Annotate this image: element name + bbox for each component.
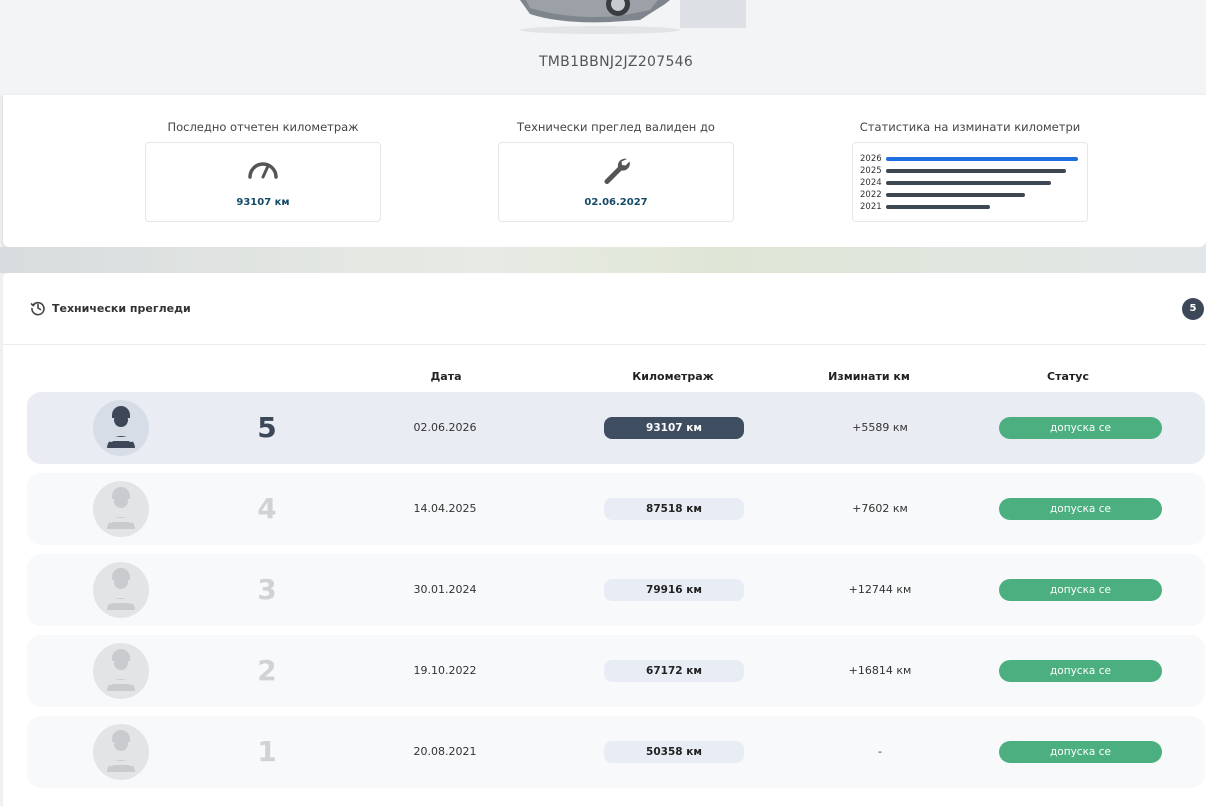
inspection-status-badge: допуска се — [999, 741, 1162, 763]
chart-bar — [886, 205, 990, 209]
chart-bar-row: 2026 — [860, 153, 1082, 165]
mechanic-avatar-icon — [93, 562, 149, 618]
inspection-row[interactable]: 3 30.01.2024 79916 км +12744 км допуска се — [27, 554, 1205, 626]
mileage-stat-title: Последно отчетен километраж — [167, 120, 359, 134]
inspection-mileage-pill: 67172 км — [604, 660, 744, 682]
inspection-mileage-pill: 50358 км — [604, 741, 744, 763]
inspection-status-badge: допуска се — [999, 660, 1162, 682]
car-image — [490, 0, 746, 42]
inspection-row[interactable]: 1 20.08.2021 50358 км - допуска се — [27, 716, 1205, 788]
inspection-mileage-pill: 79916 км — [604, 579, 744, 601]
column-header-diff[interactable]: Изминати км — [789, 370, 949, 383]
chart-bar-label: 2026 — [860, 154, 882, 164]
inspection-stat-title: Технически преглед валиден до — [517, 120, 715, 134]
inspection-stat-value: 02.06.2027 — [584, 197, 648, 208]
chart-stat-title: Статистика на изминати километри — [859, 120, 1081, 134]
background-strip — [0, 247, 1206, 273]
wrench-icon — [604, 158, 630, 184]
chart-bar — [886, 193, 1025, 197]
inspection-status-badge: допуска се — [999, 579, 1162, 601]
inspections-panel-header: Технически прегледи 5 — [3, 273, 1206, 345]
mileage-chart-box: 2026 2025 2024 2022 2021 — [852, 142, 1088, 222]
inspections-count-badge: 5 — [1182, 298, 1204, 320]
inspection-row[interactable]: 2 19.10.2022 67172 км +16814 км допуска се — [27, 635, 1205, 707]
chart-bar-label: 2024 — [860, 178, 882, 188]
chart-bar-row: 2021 — [860, 201, 1082, 213]
inspection-km-diff: +5589 км — [852, 421, 908, 434]
inspections-title: Технически прегледи — [52, 302, 191, 315]
inspection-number: 1 — [257, 735, 277, 768]
stats-card: Последно отчетен километраж 93107 км Тех… — [3, 95, 1206, 247]
column-header-status[interactable]: Статус — [988, 370, 1148, 383]
column-header-date[interactable]: Дата — [366, 370, 526, 383]
mechanic-avatar-icon — [93, 724, 149, 780]
inspection-date: 14.04.2025 — [413, 502, 477, 515]
chart-bar — [886, 169, 1067, 173]
chart-bar-row: 2024 — [860, 177, 1082, 189]
mileage-bar-chart: 2026 2025 2024 2022 2021 — [860, 153, 1082, 213]
inspection-km-diff: +12744 км — [848, 583, 912, 596]
chart-bar — [886, 157, 1078, 161]
chart-bar-label: 2025 — [860, 166, 882, 176]
history-icon — [30, 301, 45, 316]
inspection-row[interactable]: 4 14.04.2025 87518 км +7602 км допуска се — [27, 473, 1205, 545]
mechanic-avatar-icon — [93, 643, 149, 699]
inspection-km-diff: +7602 км — [852, 502, 908, 515]
inspection-date: 30.01.2024 — [413, 583, 477, 596]
mileage-stat-box: 93107 км — [145, 142, 381, 222]
inspection-number: 5 — [257, 411, 277, 444]
inspection-status-badge: допуска се — [999, 417, 1162, 439]
inspection-mileage-pill: 87518 км — [604, 498, 744, 520]
mechanic-avatar-icon — [93, 481, 149, 537]
mileage-stat-value: 93107 км — [236, 197, 290, 208]
inspection-km-diff: - — [878, 745, 882, 758]
inspection-mileage-pill: 93107 км — [604, 417, 744, 439]
speedometer-icon — [248, 162, 278, 179]
inspection-row[interactable]: 5 02.06.2026 93107 км +5589 км допуска се — [27, 392, 1205, 464]
inspection-date: 19.10.2022 — [413, 664, 477, 677]
chart-bar-row: 2022 — [860, 189, 1082, 201]
mechanic-avatar-icon — [93, 400, 149, 456]
chart-bar-label: 2021 — [860, 202, 882, 212]
inspection-km-diff: +16814 км — [848, 664, 912, 677]
inspection-stat-box: 02.06.2027 — [498, 142, 734, 222]
chart-bar-row: 2025 — [860, 165, 1082, 177]
inspection-number: 2 — [257, 654, 277, 687]
vin-number: TMB1BBNJ2JZ207546 — [538, 54, 694, 70]
vehicle-header: TMB1BBNJ2JZ207546 — [0, 0, 1206, 95]
inspection-status-badge: допуска се — [999, 498, 1162, 520]
inspection-date: 02.06.2026 — [413, 421, 477, 434]
chart-bar-label: 2022 — [860, 190, 882, 200]
inspections-panel: Технически прегледи 5 Дата Километраж Из… — [3, 273, 1206, 806]
column-header-mileage[interactable]: Километраж — [593, 370, 753, 383]
inspection-number: 3 — [257, 573, 277, 606]
inspection-date: 20.08.2021 — [413, 745, 477, 758]
chart-bar — [886, 181, 1051, 185]
inspection-number: 4 — [257, 492, 277, 525]
